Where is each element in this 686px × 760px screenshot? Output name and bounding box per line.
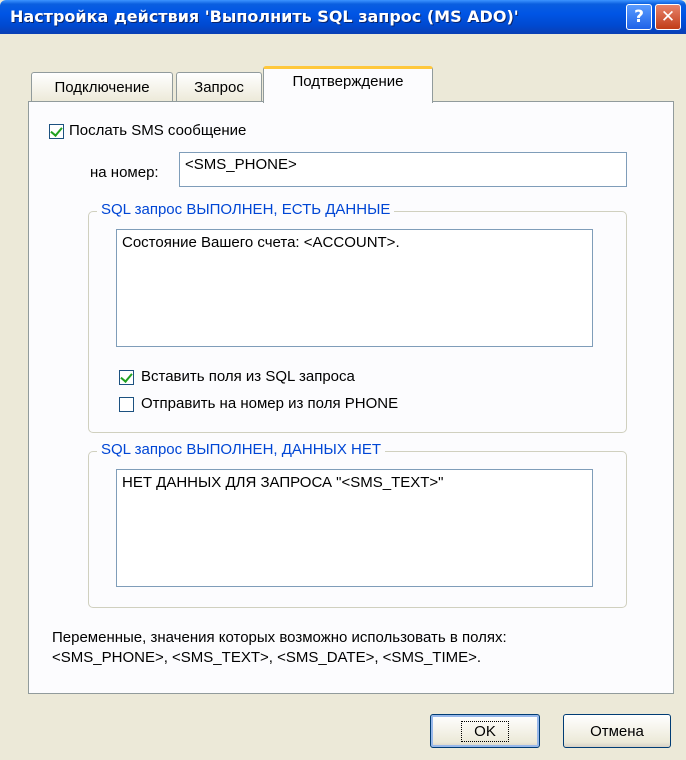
tab-label: Подключение: [54, 79, 150, 96]
variables-hint-line-2: <SMS_PHONE>, <SMS_TEXT>, <SMS_DATE>, <SM…: [52, 649, 482, 666]
tab-connection[interactable]: Подключение: [31, 72, 173, 102]
ok-button-label: OK: [461, 720, 509, 742]
no-data-message-textarea[interactable]: НЕТ ДАННЫХ ДЛЯ ЗАПРОСА "<SMS_TEXT>": [116, 469, 593, 587]
dialog-window: Настройка действия 'Выполнить SQL запрос…: [0, 0, 686, 760]
group-no-data-caption: SQL запрос ВЫПОЛНЕН, ДАННЫХ НЕТ: [97, 441, 386, 458]
title-bar[interactable]: Настройка действия 'Выполнить SQL запрос…: [0, 0, 686, 34]
tab-label: Запрос: [194, 79, 244, 96]
variables-hint: Переменные, значения которых возможно ис…: [52, 628, 507, 668]
cancel-button-label: Отмена: [590, 722, 644, 740]
group-has-data-caption: SQL запрос ВЫПОЛНЕН, ЕСТЬ ДАННЫЕ: [97, 201, 395, 218]
help-button[interactable]: ?: [626, 4, 652, 30]
send-sms-label: Послать SMS сообщение: [69, 122, 247, 139]
window-title: Настройка действия 'Выполнить SQL запрос…: [10, 7, 519, 26]
phone-number-label: на номер:: [90, 164, 159, 181]
cancel-button[interactable]: Отмена: [563, 714, 671, 748]
help-icon: ?: [634, 7, 644, 27]
send-to-phone-field-label: Отправить на номер из поля PHONE: [141, 395, 399, 412]
close-icon: ✕: [660, 7, 676, 27]
has-data-message-textarea[interactable]: Состояние Вашего счета: <ACCOUNT>.: [116, 229, 593, 347]
send-to-phone-field-checkbox[interactable]: [119, 397, 134, 412]
insert-fields-checkbox[interactable]: [119, 370, 134, 385]
tab-label: Подтверждение: [292, 73, 404, 90]
ok-button[interactable]: OK: [430, 714, 540, 748]
phone-number-input[interactable]: <SMS_PHONE>: [179, 152, 627, 187]
tab-confirmation[interactable]: Подтверждение: [263, 66, 433, 103]
variables-hint-line-1: Переменные, значения которых возможно ис…: [52, 629, 507, 646]
insert-fields-label: Вставить поля из SQL запроса: [141, 368, 355, 385]
send-sms-checkbox[interactable]: [49, 124, 64, 139]
tab-query[interactable]: Запрос: [176, 72, 262, 102]
close-button[interactable]: ✕: [655, 4, 681, 30]
